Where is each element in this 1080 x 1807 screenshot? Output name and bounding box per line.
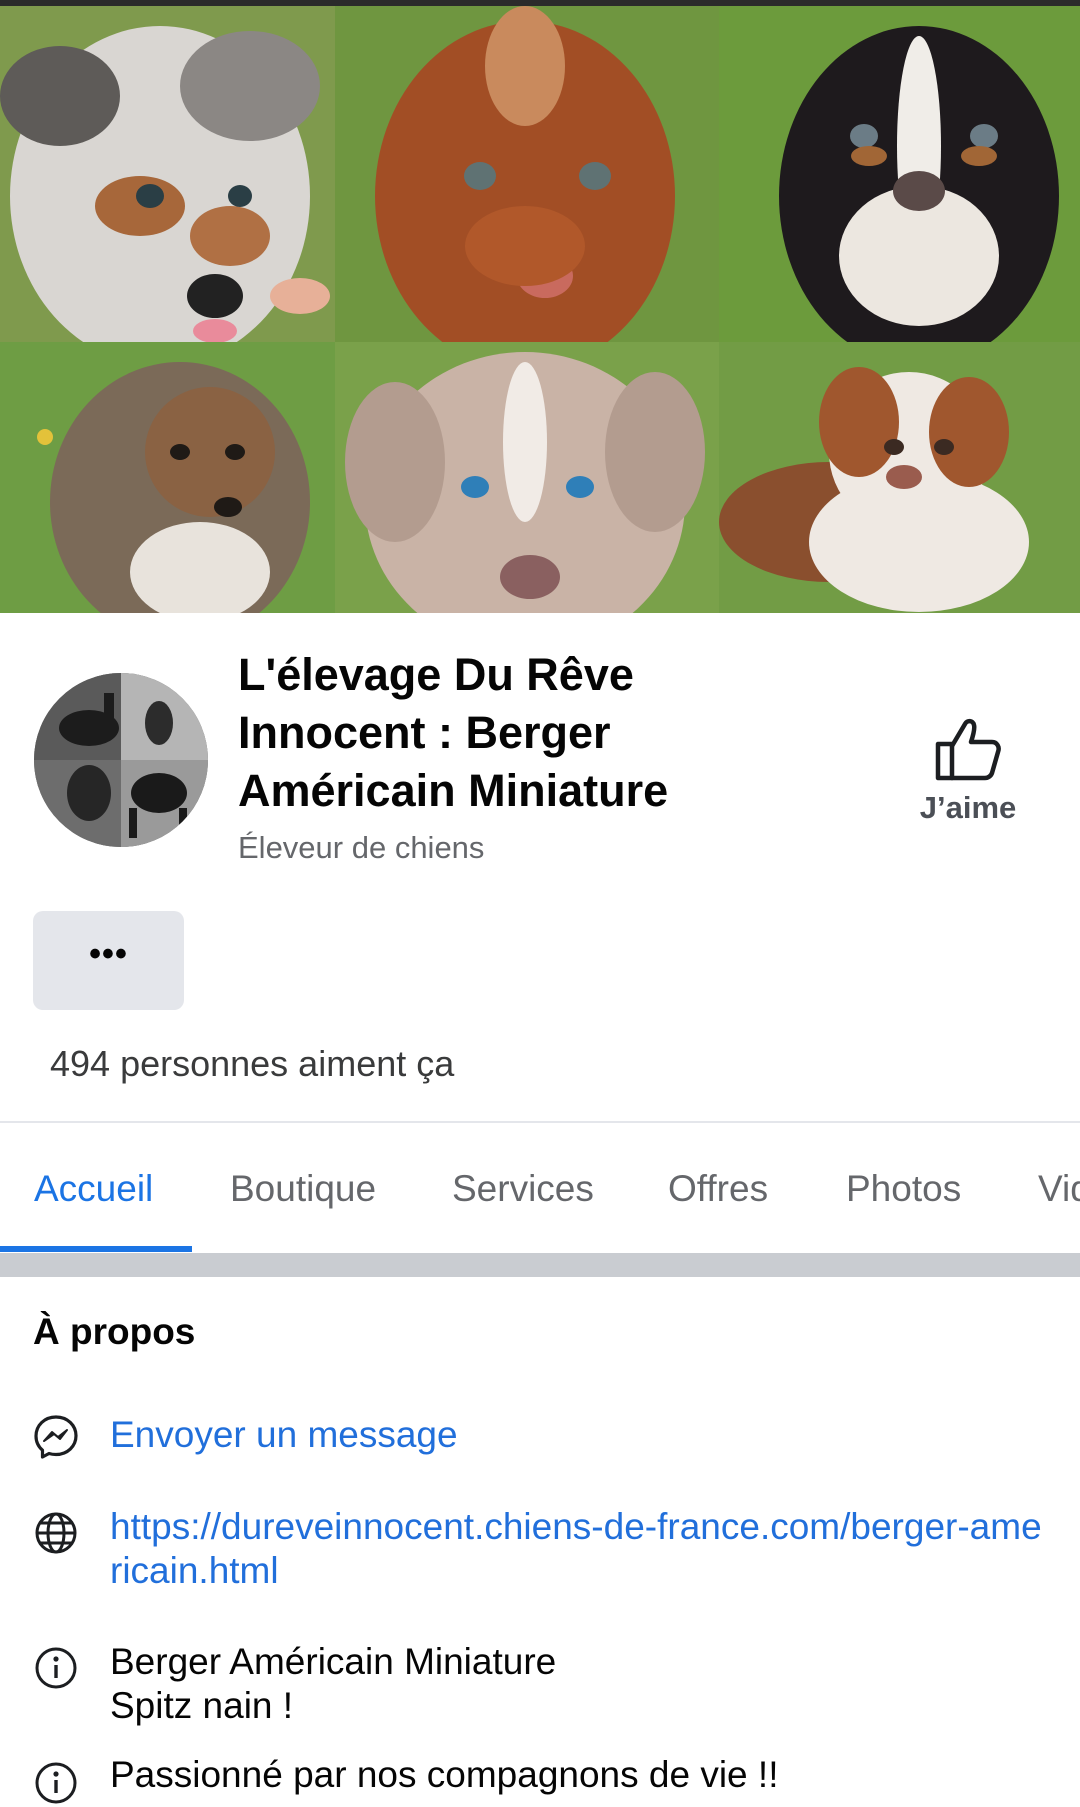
profile-avatar[interactable] [34,673,208,847]
cover-tile-tricolor-puppy [719,6,1080,342]
cover-tile-red-puppy [335,6,719,342]
page-tabs: Accueil Boutique Services Offres Photos … [0,1123,1080,1253]
like-button[interactable]: J’aime [900,712,1036,842]
cover-photo[interactable] [0,6,1080,613]
about-tagline: Passionné par nos compagnons de vie !! [110,1754,779,1795]
tab-offres[interactable]: Offres [668,1168,768,1210]
tab-photos[interactable]: Photos [846,1168,961,1210]
info-icon [33,1760,79,1806]
info-icon [33,1645,79,1691]
about-title: À propos [33,1311,196,1352]
website-link[interactable]: https://dureveinnocent.chiens-de-france.… [110,1505,1050,1593]
more-dots-icon: ••• [89,934,128,973]
cover-tile-red-white-puppy [719,342,1080,613]
like-label: J’aime [919,790,1017,825]
cover-tile-sable-puppy [0,342,335,613]
tab-accueil[interactable]: Accueil [34,1168,153,1210]
globe-icon [33,1510,79,1556]
likes-count: 494 personnes aiment ça [50,1043,455,1084]
messenger-icon [33,1414,79,1460]
tab-boutique[interactable]: Boutique [230,1168,376,1210]
more-options-button[interactable]: ••• [33,911,184,1010]
about-description: Berger Américain Miniature Spitz nain ! [110,1641,557,1726]
cover-tile-merle-puppy [0,6,335,342]
tab-separator [0,1253,1080,1277]
active-tab-indicator [0,1246,192,1252]
cover-tile-red-merle-puppy [335,342,719,613]
thumbs-up-icon [900,712,1036,784]
page-category: Éleveur de chiens [238,830,485,865]
tab-videos[interactable]: Vidéos [1038,1168,1080,1210]
tab-services[interactable]: Services [452,1168,594,1210]
send-message-link[interactable]: Envoyer un message [110,1413,1050,1457]
page-title: L'élevage Du Rêve Innocent : Berger Amér… [238,649,669,816]
